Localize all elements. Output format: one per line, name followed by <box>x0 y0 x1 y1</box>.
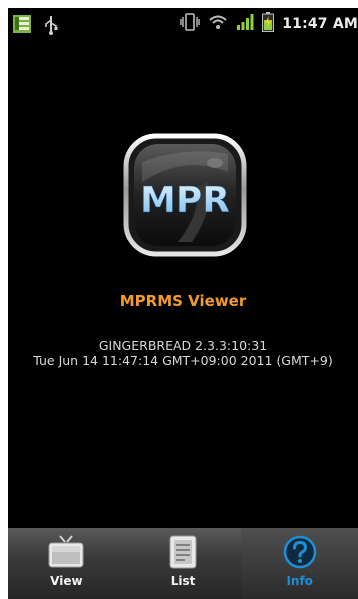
tab-info[interactable]: Info <box>241 528 358 599</box>
tab-list[interactable]: List <box>125 528 242 599</box>
wifi-icon <box>208 14 228 34</box>
tab-list-label: List <box>170 574 196 588</box>
tab-info-label: Info <box>286 574 313 588</box>
app-name: MPRMS Viewer <box>119 292 247 310</box>
usb-icon <box>44 14 58 40</box>
battery-charging-icon <box>262 12 275 36</box>
build-date: Tue Jun 14 11:47:14 GMT+09:00 2011 (GMT+… <box>33 353 333 368</box>
tab-bar: View List Info <box>8 528 358 599</box>
tab-view-label: View <box>50 574 83 588</box>
logo-text: MPR <box>140 180 230 221</box>
tv-icon <box>46 534 86 570</box>
app-logo: MPR <box>122 132 248 258</box>
status-time: 11:47 AM <box>282 16 358 32</box>
tab-view[interactable]: View <box>8 528 125 599</box>
vibrate-icon <box>180 13 200 35</box>
notification-icon[interactable] <box>12 14 32 38</box>
phone-screen: 11:47 AM MPR MPRMS Viewer GINGERBREAD 2.… <box>8 8 358 599</box>
help-icon <box>280 534 320 570</box>
status-bar: 11:47 AM <box>8 8 358 40</box>
list-icon <box>163 534 203 570</box>
signal-icon <box>236 14 254 34</box>
build-info: GINGERBREAD 2.3.3:10:31 <box>98 338 268 353</box>
